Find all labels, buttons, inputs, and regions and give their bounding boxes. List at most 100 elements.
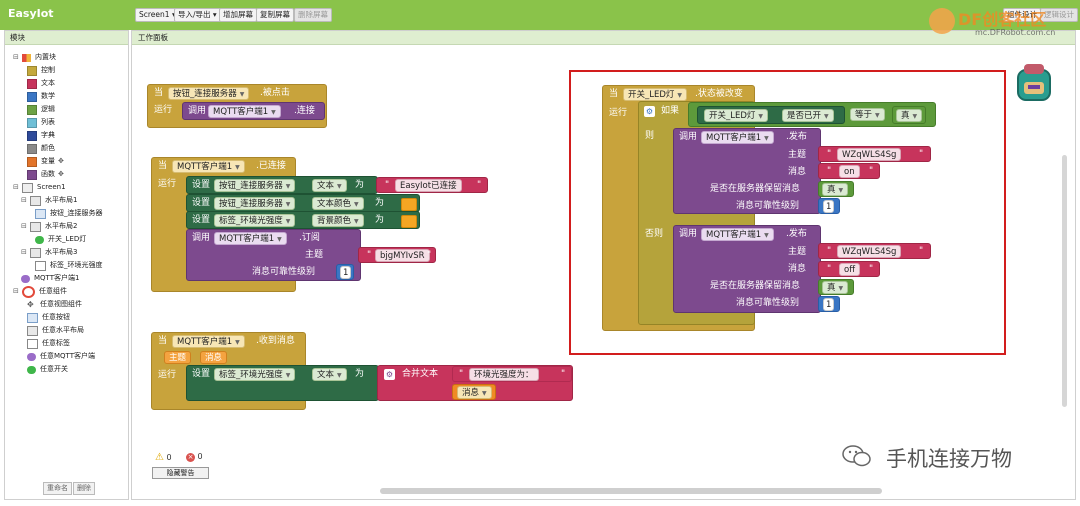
- tree-component[interactable]: 开关_LED灯: [21, 233, 128, 246]
- dropdown-value: 按钮_连接服务器: [219, 199, 283, 209]
- set-block-label-bgcolor[interactable]: 设置 标签_环境光强度 ▼ 背景颜色 ▼ 为: [186, 211, 420, 229]
- import-export-menu[interactable]: 导入/导出 ▾: [174, 8, 221, 22]
- tree-component[interactable]: MQTT客户端1: [21, 272, 128, 285]
- button-icon: [35, 208, 46, 219]
- variable-dropdown[interactable]: 消息 ▼: [457, 386, 492, 399]
- tree-item-text[interactable]: 文本: [27, 77, 128, 90]
- text-value[interactable]: 环境光强度为：: [469, 368, 539, 381]
- rename-button[interactable]: 重命名: [43, 482, 72, 495]
- tree-any-component[interactable]: ⊟ 任意组件: [13, 285, 128, 298]
- text-block-connected[interactable]: " EasyIot已连接 ": [376, 177, 488, 193]
- component-dropdown[interactable]: MQTT客户端1 ▼: [208, 105, 281, 118]
- tree-any-item[interactable]: 任意按钮: [27, 311, 128, 324]
- hide-warnings-button[interactable]: 隐藏警告: [152, 467, 209, 479]
- color-swatch-icon: [27, 78, 37, 89]
- tree-item-colors[interactable]: 颜色: [27, 142, 128, 155]
- component-dropdown[interactable]: 按钮_连接服务器 ▼: [168, 87, 250, 100]
- tree-item-math[interactable]: 数学: [27, 90, 128, 103]
- variable-get-message[interactable]: 消息 ▼: [452, 384, 496, 400]
- tree-builtin[interactable]: ⊟ 内置块: [13, 51, 128, 64]
- vertical-scrollbar[interactable]: [1062, 155, 1067, 407]
- component-dropdown[interactable]: 按钮_连接服务器 ▼: [214, 179, 296, 192]
- tree-item-procedures[interactable]: 函数 ✥: [27, 168, 128, 181]
- set-label: 设置: [192, 198, 211, 208]
- component-dropdown[interactable]: 按钮_连接服务器 ▼: [214, 197, 296, 210]
- tree-item-dictionaries[interactable]: 字典: [27, 129, 128, 142]
- color-block-orange[interactable]: [401, 215, 417, 228]
- tree-any-item[interactable]: 任意标签: [27, 337, 128, 350]
- tree-label: 任意视图组件: [40, 300, 82, 308]
- tree-item-logic[interactable]: 逻辑: [27, 103, 128, 116]
- property-dropdown[interactable]: 文本 ▼: [312, 368, 347, 381]
- component-dropdown[interactable]: MQTT客户端1 ▼: [172, 335, 245, 348]
- dropdown-value: 标签_环境光强度: [219, 216, 283, 226]
- event-label: .收到消息: [256, 336, 295, 346]
- component-dropdown[interactable]: 标签_环境光强度 ▼: [214, 214, 296, 227]
- collapse-icon[interactable]: ⊟: [13, 181, 19, 194]
- color-block-orange[interactable]: [401, 198, 417, 211]
- set-label: 设置: [192, 369, 211, 379]
- blocks-panel: 模块 ⊟ 内置块 控制 文本 数学 逻辑 列表 字典 颜色 变量 ✥ 函数 ✥ ⊟ Sc…: [4, 30, 129, 500]
- dropdown-arrow-icon: ▼: [285, 218, 291, 225]
- set-block-button-text[interactable]: 设置 按钮_连接服务器 ▼ 文本 ▼ 为: [186, 176, 378, 194]
- tree-item-control[interactable]: 控制: [27, 64, 128, 77]
- tree-component[interactable]: ⊟ 水平布局2: [21, 220, 128, 233]
- tree-component[interactable]: ⊟ 水平布局3: [21, 246, 128, 259]
- tree-component[interactable]: ⊟ 水平布局1: [21, 194, 128, 207]
- screen-select[interactable]: Screen1 ▾: [135, 8, 180, 22]
- property-dropdown[interactable]: 文本 ▼: [312, 179, 347, 192]
- tree-component[interactable]: 按钮_连接服务器: [21, 207, 128, 220]
- number-block-qos[interactable]: 1: [336, 264, 354, 280]
- label-icon: [35, 260, 46, 271]
- color-swatch-icon: [27, 130, 37, 141]
- tree-screen1[interactable]: ⊟ Screen1: [13, 181, 128, 194]
- property-dropdown[interactable]: 文本颜色 ▼: [312, 197, 364, 210]
- param-topic[interactable]: 主题: [164, 351, 192, 364]
- tree-any-item[interactable]: 任意水平布局: [27, 324, 128, 337]
- tree-label: 文本: [41, 79, 55, 87]
- delete-screen-button[interactable]: 删除屏幕: [294, 8, 332, 22]
- component-dropdown[interactable]: MQTT客户端1 ▼: [214, 232, 287, 245]
- horizontal-arrangement-icon: [27, 325, 38, 336]
- tree-label: 任意按钮: [42, 313, 70, 321]
- number-value[interactable]: 1: [340, 266, 352, 279]
- horizontal-scrollbar[interactable]: [380, 488, 882, 494]
- horizontal-arrangement-icon: [30, 247, 41, 258]
- set-block-label-text[interactable]: 设置 标签_环境光强度 ▼ 文本 ▼ 为: [186, 365, 379, 401]
- quote-icon: ": [367, 250, 372, 260]
- add-screen-button[interactable]: 增加屏幕: [219, 8, 257, 22]
- dropdown-arrow-icon: ▼: [354, 218, 359, 225]
- backpack-icon[interactable]: [1012, 60, 1056, 104]
- dropdown-arrow-icon: ▼: [482, 390, 487, 397]
- text-block-light-prefix[interactable]: " 环境光强度为： ": [452, 366, 572, 382]
- call-block-mqtt-subscribe[interactable]: 调用 MQTT客户端1 ▼ .订阅 主题 消息可靠性级别: [186, 229, 361, 281]
- collapse-icon[interactable]: ⊟: [13, 285, 19, 298]
- tree-any-item[interactable]: 任意MQTT客户端: [27, 350, 128, 363]
- tree-any-item[interactable]: 任意开关: [27, 363, 128, 376]
- set-block-button-textcolor[interactable]: 设置 按钮_连接服务器 ▼ 文本颜色 ▼ 为: [186, 194, 420, 212]
- component-dropdown[interactable]: MQTT客户端1 ▼: [172, 160, 245, 173]
- text-value[interactable]: bjgMYIvSR: [375, 249, 430, 262]
- property-dropdown[interactable]: 背景颜色 ▼: [312, 214, 364, 227]
- delete-button[interactable]: 删除: [73, 482, 95, 495]
- copy-screen-button[interactable]: 复制屏幕: [256, 8, 294, 22]
- gear-icon[interactable]: ⚙: [384, 369, 395, 380]
- warnings-indicator[interactable]: ⚠ 0: [155, 452, 172, 463]
- collapse-icon[interactable]: ⊟: [21, 246, 27, 259]
- tree-item-lists[interactable]: 列表: [27, 116, 128, 129]
- tree-item-variables[interactable]: 变量 ✥: [27, 155, 128, 168]
- tree-any-item[interactable]: ✥ 任意视图组件: [27, 298, 128, 311]
- text-value[interactable]: EasyIot已连接: [395, 179, 462, 192]
- gear-icon: ✥: [58, 170, 64, 178]
- collapse-icon[interactable]: ⊟: [21, 194, 27, 207]
- param-message[interactable]: 消息: [200, 351, 228, 364]
- do-label: 运行: [158, 179, 177, 189]
- collapse-icon[interactable]: ⊟: [21, 220, 27, 233]
- errors-indicator[interactable]: × 0: [186, 452, 203, 462]
- text-block-topic[interactable]: " bjgMYIvSR ": [358, 247, 436, 263]
- when-label: 当: [154, 88, 164, 98]
- component-dropdown[interactable]: 标签_环境光强度 ▼: [214, 368, 296, 381]
- call-block-mqtt-connect[interactable]: 调用 MQTT客户端1 ▼ .连接: [182, 102, 325, 120]
- tree-component[interactable]: 标签_环境光强度: [21, 259, 128, 272]
- collapse-icon[interactable]: ⊟: [13, 51, 19, 64]
